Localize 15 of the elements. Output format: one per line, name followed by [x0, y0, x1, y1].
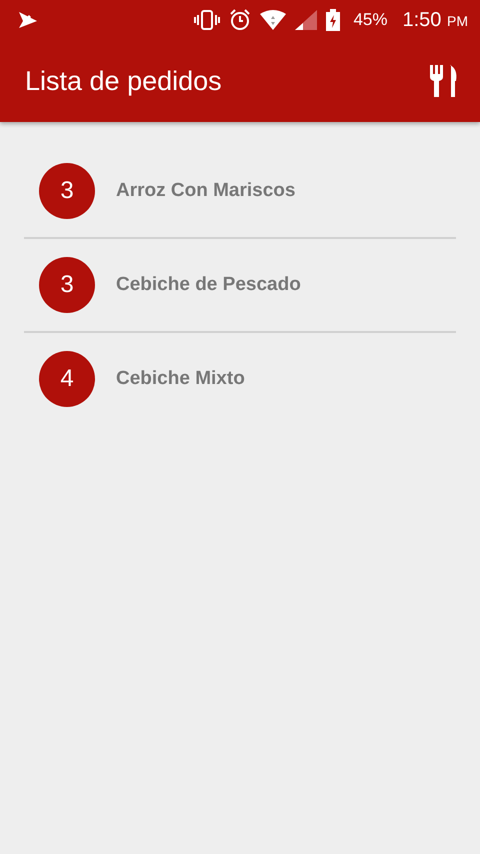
order-item-name[interactable]: Cebiche de Pescado — [116, 274, 301, 296]
quantity-badge: 4 — [39, 351, 95, 407]
order-item-name[interactable]: Cebiche Mixto — [116, 368, 245, 390]
alarm-clock-icon — [229, 9, 252, 31]
clock-time: 1:50 PM — [402, 8, 468, 32]
battery-charging-icon — [326, 9, 340, 31]
wifi-icon — [260, 10, 286, 30]
order-item-name[interactable]: Arroz Con Mariscos — [116, 180, 296, 202]
screen-title: Lista de pedidos — [25, 66, 222, 96]
fork-knife-icon[interactable] — [428, 65, 458, 97]
battery-percentage: 45% — [353, 10, 388, 30]
vibrate-icon — [194, 9, 220, 31]
quantity-badge: 3 — [39, 257, 95, 313]
quantity-badge: 3 — [39, 163, 95, 219]
signal-icon — [295, 10, 318, 30]
